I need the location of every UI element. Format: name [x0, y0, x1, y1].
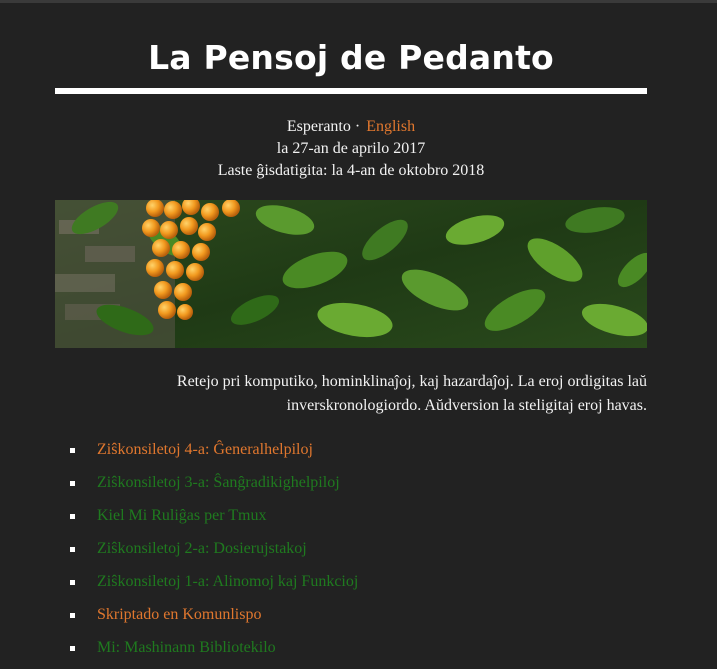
intro-text: Retejo pri komputiko, hominklinaĵoj, kaj… — [55, 370, 647, 418]
post-link[interactable]: Skriptado en Komunlispo — [97, 606, 261, 623]
bullet-icon — [70, 547, 75, 552]
post-list-item: Kiel Mi Ruliĝas per Tmux — [55, 504, 647, 537]
post-list-item: Skriptado en Komunlispo — [55, 603, 647, 636]
post-list-item: Mi: Mashinann Bibliotekilo — [55, 636, 647, 669]
bullet-icon — [70, 481, 75, 486]
bullet-icon — [70, 580, 75, 585]
post-list-item: Ziŝkonsiletoj 1-a: Alinomoj kaj Funkcioj — [55, 570, 647, 603]
title-underline — [55, 88, 647, 94]
bullet-icon — [70, 613, 75, 618]
bullet-icon — [70, 514, 75, 519]
post-list-item: Ziŝkonsiletoj 2-a: Dosierujstakoj — [55, 537, 647, 570]
banner-image — [55, 200, 647, 348]
post-list-item: Ziŝkonsiletoj 4-a: Ĝeneralhelpiloj — [55, 438, 647, 471]
post-link[interactable]: Ziŝkonsiletoj 3-a: Ŝanĝradikighelpiloj — [97, 474, 340, 491]
current-language: Esperanto — [286, 118, 351, 135]
post-link[interactable]: Ziŝkonsiletoj 1-a: Alinomoj kaj Funkcioj — [97, 573, 358, 590]
intro-line-1: Retejo pri komputiko, hominklinaĵoj, kaj… — [176, 373, 647, 390]
updated-date: Laste ĝisdatigita: la 4-an de oktobro 20… — [217, 162, 485, 179]
intro-line-2: inverskronologiordo. Aŭdversion la steli… — [286, 397, 647, 414]
page-content: La Pensoj de Pedanto Esperanto · English l… — [55, 0, 647, 669]
post-link[interactable]: Ziŝkonsiletoj 2-a: Dosierujstakoj — [97, 540, 307, 557]
post-link[interactable]: Mi: Mashinann Bibliotekilo — [97, 639, 276, 656]
post-list-item: Ziŝkonsiletoj 3-a: Ŝanĝradikighelpiloj — [55, 471, 647, 504]
language-switcher: Esperanto · English — [55, 116, 647, 138]
english-language-link[interactable]: English — [366, 118, 415, 135]
post-link[interactable]: Kiel Mi Ruliĝas per Tmux — [97, 507, 266, 524]
post-meta: Esperanto · English la 27-an de aprilo 201… — [55, 116, 647, 182]
language-separator: · — [354, 118, 361, 135]
post-link[interactable]: Ziŝkonsiletoj 4-a: Ĝeneralhelpiloj — [97, 441, 313, 458]
published-date: la 27-an de aprilo 2017 — [276, 140, 426, 157]
post-list: Ziŝkonsiletoj 4-a: Ĝeneralhelpiloj Ziŝko… — [55, 438, 647, 669]
bullet-icon — [70, 448, 75, 453]
site-title[interactable]: La Pensoj de Pedanto — [55, 0, 647, 80]
